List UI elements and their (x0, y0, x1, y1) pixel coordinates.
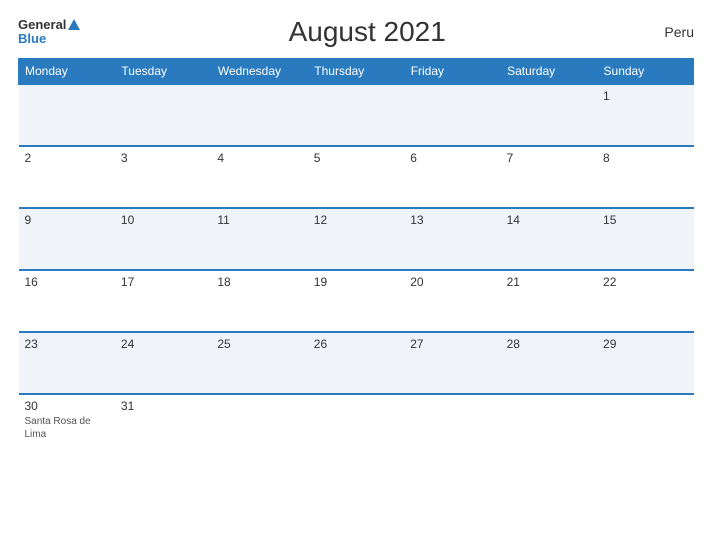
logo-triangle-icon (68, 19, 80, 30)
calendar-cell: 2 (19, 146, 115, 208)
day-number: 3 (121, 151, 205, 165)
day-number: 23 (25, 337, 109, 351)
calendar-cell: 27 (404, 332, 500, 394)
calendar-row: 1 (19, 84, 694, 146)
calendar-row: 30 Santa Rosa de Lima 31 (19, 394, 694, 456)
calendar-cell (308, 84, 404, 146)
day-number: 10 (121, 213, 205, 227)
day-number: 5 (314, 151, 398, 165)
calendar-cell: 15 (597, 208, 693, 270)
calendar-cell (211, 394, 307, 456)
calendar-table: MondayTuesdayWednesdayThursdayFridaySatu… (18, 58, 694, 456)
calendar-row: 16 17 18 19 20 21 22 (19, 270, 694, 332)
day-number: 30 (25, 399, 109, 413)
weekday-header-friday: Friday (404, 59, 500, 85)
country-label: Peru (654, 24, 694, 40)
calendar-cell: 26 (308, 332, 404, 394)
day-event: Santa Rosa de Lima (25, 415, 109, 441)
calendar-cell: 30 Santa Rosa de Lima (19, 394, 115, 456)
calendar-cell: 1 (597, 84, 693, 146)
calendar-cell (404, 84, 500, 146)
calendar-cell: 22 (597, 270, 693, 332)
weekday-header-wednesday: Wednesday (211, 59, 307, 85)
day-number: 16 (25, 275, 109, 289)
calendar-cell: 11 (211, 208, 307, 270)
day-number: 15 (603, 213, 687, 227)
day-number: 9 (25, 213, 109, 227)
calendar-cell: 19 (308, 270, 404, 332)
day-number: 13 (410, 213, 494, 227)
calendar-page: General Blue August 2021 Peru MondayTues… (0, 0, 712, 550)
calendar-cell: 12 (308, 208, 404, 270)
weekday-header-monday: Monday (19, 59, 115, 85)
calendar-cell: 29 (597, 332, 693, 394)
logo-blue-text: Blue (18, 32, 80, 46)
day-number: 19 (314, 275, 398, 289)
logo: General Blue (18, 18, 80, 47)
weekday-header-saturday: Saturday (501, 59, 597, 85)
day-number: 6 (410, 151, 494, 165)
day-number: 28 (507, 337, 591, 351)
calendar-cell (115, 84, 211, 146)
calendar-cell: 18 (211, 270, 307, 332)
calendar-cell: 20 (404, 270, 500, 332)
day-number: 20 (410, 275, 494, 289)
day-number: 12 (314, 213, 398, 227)
calendar-cell (501, 84, 597, 146)
calendar-row: 2345678 (19, 146, 694, 208)
day-number: 1 (603, 89, 687, 103)
calendar-cell (404, 394, 500, 456)
calendar-cell (19, 84, 115, 146)
day-number: 11 (217, 213, 301, 227)
day-number: 25 (217, 337, 301, 351)
weekday-header-thursday: Thursday (308, 59, 404, 85)
calendar-cell: 3 (115, 146, 211, 208)
calendar-cell: 23 (19, 332, 115, 394)
day-number: 14 (507, 213, 591, 227)
calendar-row: 9 10 11 12 13 14 15 (19, 208, 694, 270)
calendar-cell (308, 394, 404, 456)
calendar-row: 23 24 25 26 27 28 29 (19, 332, 694, 394)
day-number: 17 (121, 275, 205, 289)
logo-general-text: General (18, 18, 66, 32)
calendar-body: 1234567891011121314151617181920212223242… (19, 84, 694, 456)
calendar-cell: 16 (19, 270, 115, 332)
calendar-cell (501, 394, 597, 456)
day-number: 29 (603, 337, 687, 351)
calendar-header-row: MondayTuesdayWednesdayThursdayFridaySatu… (19, 59, 694, 85)
calendar-cell: 14 (501, 208, 597, 270)
calendar-cell: 13 (404, 208, 500, 270)
day-number: 7 (507, 151, 591, 165)
day-number: 2 (25, 151, 109, 165)
calendar-cell: 24 (115, 332, 211, 394)
day-number: 8 (603, 151, 687, 165)
day-number: 21 (507, 275, 591, 289)
calendar-cell: 31 (115, 394, 211, 456)
calendar-cell: 7 (501, 146, 597, 208)
weekday-header-sunday: Sunday (597, 59, 693, 85)
day-number: 31 (121, 399, 205, 413)
calendar-cell: 5 (308, 146, 404, 208)
calendar-cell: 17 (115, 270, 211, 332)
calendar-cell: 4 (211, 146, 307, 208)
calendar-cell: 21 (501, 270, 597, 332)
calendar-title: August 2021 (80, 16, 654, 48)
calendar-cell: 25 (211, 332, 307, 394)
calendar-cell: 28 (501, 332, 597, 394)
day-number: 22 (603, 275, 687, 289)
calendar-cell: 6 (404, 146, 500, 208)
day-number: 4 (217, 151, 301, 165)
weekday-header-tuesday: Tuesday (115, 59, 211, 85)
day-number: 18 (217, 275, 301, 289)
day-number: 24 (121, 337, 205, 351)
day-number: 26 (314, 337, 398, 351)
day-number: 27 (410, 337, 494, 351)
calendar-cell (597, 394, 693, 456)
calendar-cell: 9 (19, 208, 115, 270)
calendar-cell: 10 (115, 208, 211, 270)
calendar-cell: 8 (597, 146, 693, 208)
calendar-header: General Blue August 2021 Peru (18, 16, 694, 48)
calendar-cell (211, 84, 307, 146)
